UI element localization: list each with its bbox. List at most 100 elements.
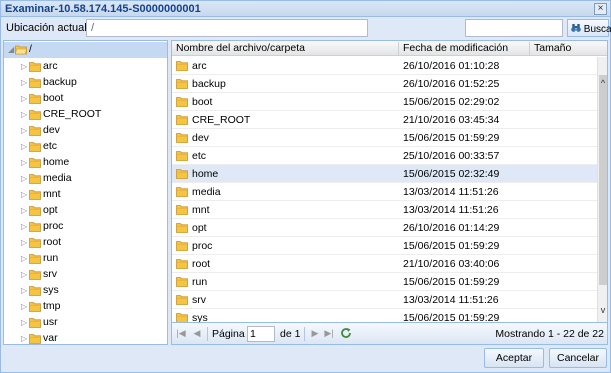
file-name-cell[interactable]: run — [192, 276, 207, 288]
modified-date-cell: 13/03/2014 11:51:26 — [403, 204, 499, 216]
page-number-input[interactable]: 1 — [247, 326, 275, 342]
last-page-icon[interactable]: ▶| — [324, 327, 334, 339]
table-row[interactable]: sys 15/06/2015 01:59:29 — [172, 309, 597, 322]
tree-item[interactable]: ▷ opt — [4, 203, 167, 219]
expand-arrow-icon[interactable]: ▷ — [21, 78, 28, 88]
expand-arrow-icon[interactable]: ▷ — [21, 238, 28, 248]
file-name-cell[interactable]: root — [192, 258, 210, 270]
tree-item-label: etc — [43, 140, 58, 152]
file-name-cell[interactable]: media — [192, 186, 221, 198]
grid-body[interactable]: arc 26/10/2016 01:10:28 backup 26/10/2016 0… — [172, 57, 597, 322]
table-row[interactable]: arc 26/10/2016 01:10:28 — [172, 57, 597, 75]
file-name-cell[interactable]: srv — [192, 294, 206, 306]
expand-arrow-icon[interactable]: ▷ — [21, 222, 28, 232]
close-button[interactable]: × — [594, 3, 607, 15]
accept-button[interactable]: Aceptar — [484, 348, 544, 368]
modified-date-cell: 21/10/2016 03:45:34 — [403, 114, 500, 126]
file-name-cell[interactable]: mnt — [192, 204, 210, 216]
file-name-cell[interactable]: CRE_ROOT — [192, 114, 250, 126]
scroll-down-icon[interactable]: v — [598, 304, 607, 316]
expand-arrow-icon[interactable]: ▷ — [21, 110, 28, 120]
location-input[interactable]: / — [86, 19, 368, 37]
expand-arrow-icon[interactable]: ◢ — [8, 45, 15, 55]
file-name-cell[interactable]: home — [192, 168, 218, 180]
expand-arrow-icon[interactable]: ▷ — [21, 270, 28, 280]
table-row[interactable]: media 13/03/2014 11:51:26 — [172, 183, 597, 201]
expand-arrow-icon[interactable]: ▷ — [21, 94, 28, 104]
column-header-size[interactable]: Tamaño — [530, 42, 607, 56]
file-name-cell[interactable]: dev — [192, 132, 209, 144]
file-name-cell[interactable]: boot — [192, 96, 212, 108]
tree-item-label: root — [43, 236, 62, 248]
expand-arrow-icon[interactable]: ▷ — [21, 158, 28, 168]
tree-item[interactable]: ▷ srv — [4, 267, 167, 283]
expand-arrow-icon[interactable]: ▷ — [21, 286, 28, 296]
folder-icon — [176, 259, 188, 269]
expand-arrow-icon[interactable]: ▷ — [21, 206, 28, 216]
expand-arrow-icon[interactable]: ▷ — [21, 126, 28, 136]
file-name-cell[interactable]: sys — [192, 312, 208, 322]
table-row[interactable]: etc 25/10/2016 00:33:57 — [172, 147, 597, 165]
table-row[interactable]: opt 26/10/2016 01:14:29 — [172, 219, 597, 237]
folder-tree[interactable]: ◢ / ▷ arc ▷ backup ▷ boot ▷ CRE_ROOT ▷ dev ▷ etc ▷ ho… — [3, 40, 168, 345]
file-name-cell[interactable]: etc — [192, 150, 206, 162]
file-name-cell[interactable]: proc — [192, 240, 212, 252]
tree-item-label: opt — [43, 204, 58, 216]
table-row[interactable]: dev 15/06/2015 01:59:29 — [172, 129, 597, 147]
next-page-icon[interactable]: ▶ — [310, 327, 320, 339]
file-name-cell[interactable]: opt — [192, 222, 207, 234]
scroll-up-icon[interactable]: ^ — [598, 77, 607, 89]
column-header-name[interactable]: Nombre del archivo/carpeta — [172, 42, 399, 56]
tree-item-label: run — [43, 252, 59, 264]
tree-item[interactable]: ▷ dev — [4, 123, 167, 139]
tree-item[interactable]: ▷ boot — [4, 91, 167, 107]
tree-item[interactable]: ▷ home — [4, 155, 167, 171]
tree-item[interactable]: ▷ etc — [4, 139, 167, 155]
tree-item[interactable]: ▷ proc — [4, 219, 167, 235]
expand-arrow-icon[interactable]: ▷ — [21, 254, 28, 264]
title-bar[interactable]: Examinar-10.58.174.145-S0000000001 × — [1, 1, 610, 17]
table-row[interactable]: mnt 13/03/2014 11:51:26 — [172, 201, 597, 219]
expand-arrow-icon[interactable]: ▷ — [21, 142, 28, 152]
tree-item[interactable]: ▷ root — [4, 235, 167, 251]
scrollbar-thumb[interactable] — [599, 75, 607, 285]
table-row[interactable]: CRE_ROOT 21/10/2016 03:45:34 — [172, 111, 597, 129]
expand-arrow-icon[interactable]: ▷ — [21, 334, 28, 344]
table-row[interactable]: proc 15/06/2015 01:59:29 — [172, 237, 597, 255]
vertical-scrollbar[interactable]: ^ v — [597, 57, 607, 322]
expand-arrow-icon[interactable]: ▷ — [21, 174, 28, 184]
table-row[interactable]: srv 13/03/2014 11:51:26 — [172, 291, 597, 309]
tree-item[interactable]: ▷ usr — [4, 315, 167, 331]
tree-item[interactable]: ▷ backup — [4, 75, 167, 91]
tree-root[interactable]: ◢ / — [4, 42, 167, 58]
expand-arrow-icon[interactable]: ▷ — [21, 190, 28, 200]
column-header-date[interactable]: Fecha de modificación — [399, 42, 530, 56]
tree-item-label: home — [43, 156, 70, 168]
cancel-button[interactable]: Cancelar — [549, 348, 607, 368]
tree-item[interactable]: ▷ CRE_ROOT — [4, 107, 167, 123]
tree-item[interactable]: ▷ var — [4, 331, 167, 344]
file-name-cell[interactable]: backup — [192, 78, 226, 90]
location-bar: Ubicación actual / Buscar — [1, 18, 611, 40]
folder-icon — [176, 61, 188, 71]
tree-item[interactable]: ▷ media — [4, 171, 167, 187]
expand-arrow-icon[interactable]: ▷ — [21, 318, 28, 328]
table-row[interactable]: root 21/10/2016 03:40:06 — [172, 255, 597, 273]
table-row[interactable]: home 15/06/2015 02:32:49 — [172, 165, 597, 183]
expand-arrow-icon[interactable]: ▷ — [21, 62, 28, 72]
tree-item[interactable]: ▷ arc — [4, 59, 167, 75]
file-name-cell[interactable]: arc — [192, 60, 207, 72]
prev-page-icon[interactable]: ◀ — [192, 327, 202, 339]
tree-item[interactable]: ▷ tmp — [4, 299, 167, 315]
table-row[interactable]: run 15/06/2015 01:59:29 — [172, 273, 597, 291]
tree-item[interactable]: ▷ run — [4, 251, 167, 267]
expand-arrow-icon[interactable]: ▷ — [21, 302, 28, 312]
tree-item[interactable]: ▷ sys — [4, 283, 167, 299]
search-input[interactable] — [465, 19, 563, 37]
tree-item[interactable]: ▷ mnt — [4, 187, 167, 203]
search-button[interactable]: Buscar — [567, 19, 611, 37]
refresh-icon[interactable] — [340, 327, 352, 339]
first-page-icon[interactable]: |◀ — [176, 327, 186, 339]
table-row[interactable]: backup 26/10/2016 01:52:25 — [172, 75, 597, 93]
table-row[interactable]: boot 15/06/2015 02:29:02 — [172, 93, 597, 111]
